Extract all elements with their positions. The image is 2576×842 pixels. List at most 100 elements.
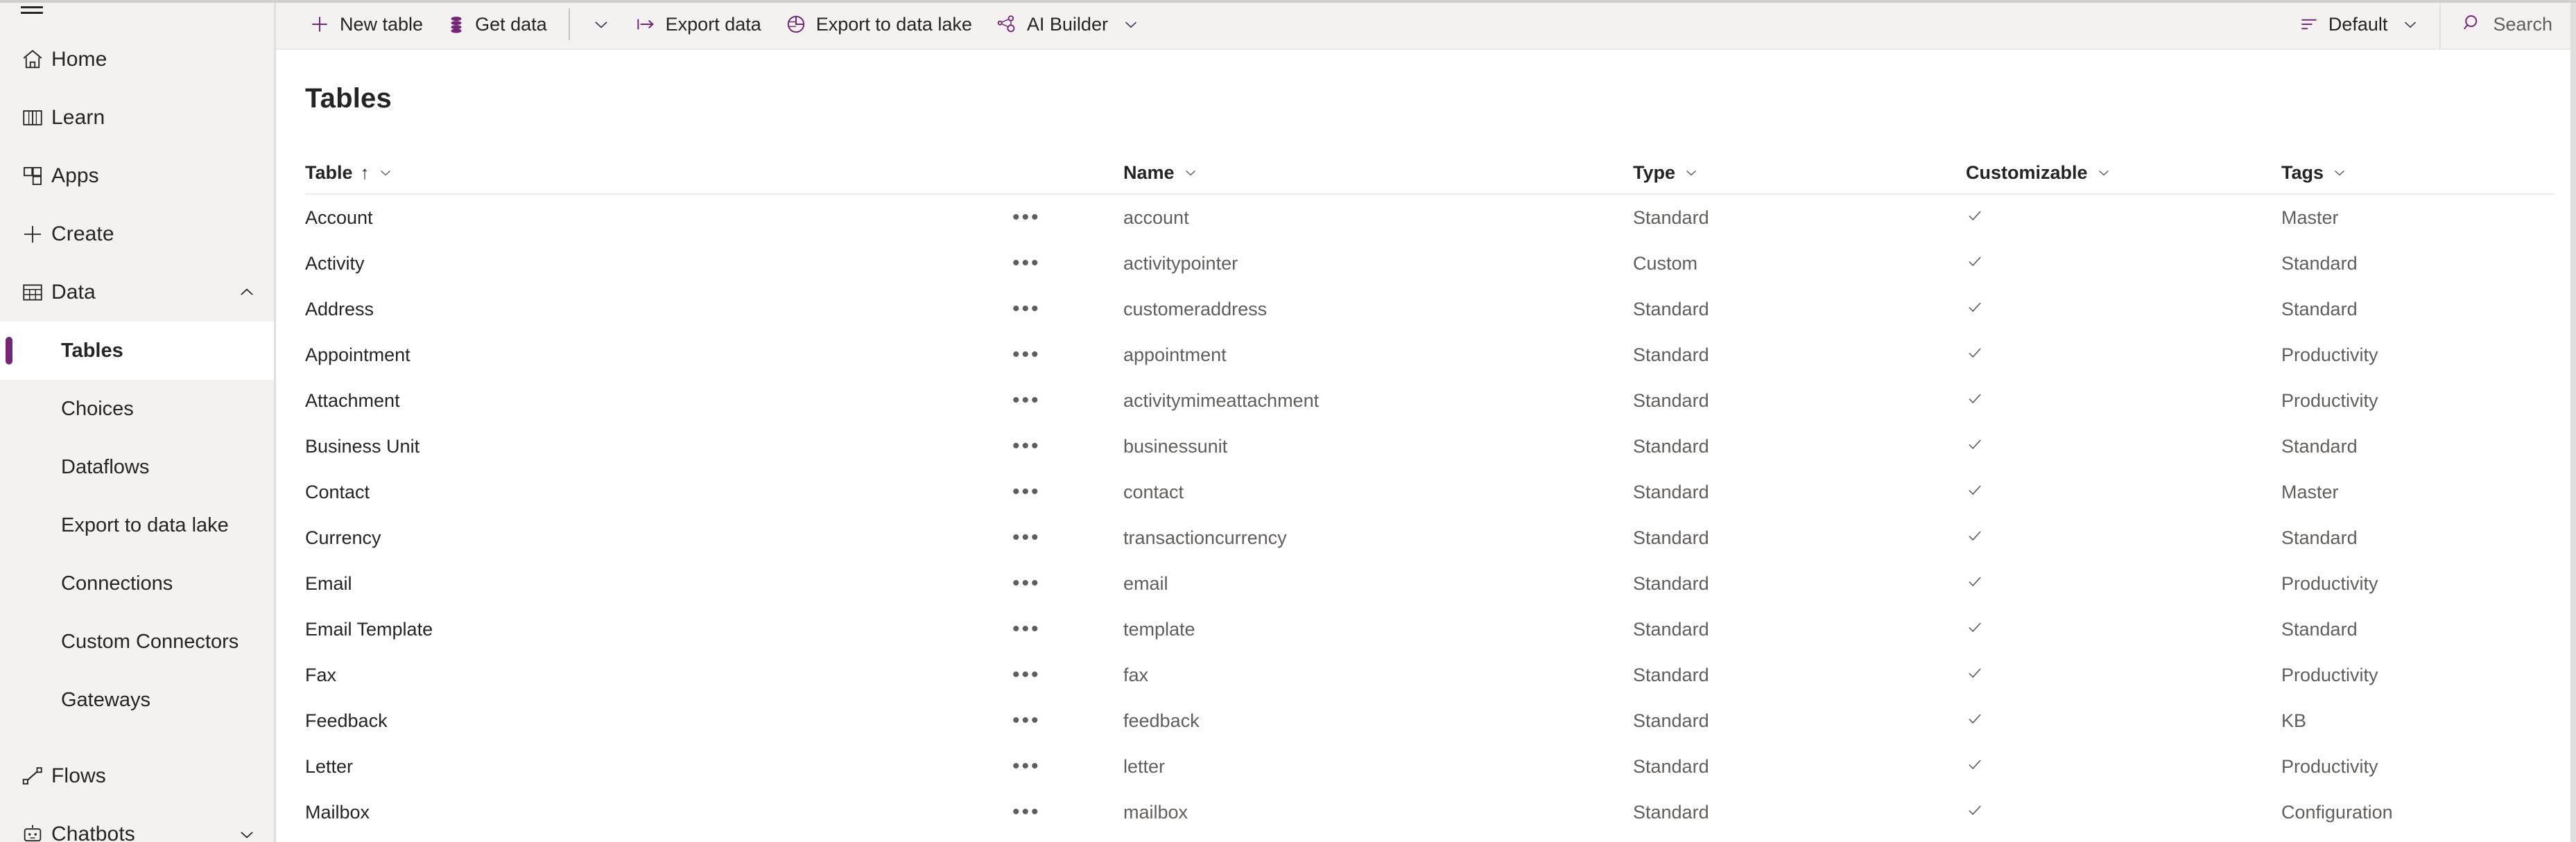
row-overflow-menu[interactable]: •••: [1012, 527, 1123, 548]
cell-table: Account: [305, 207, 373, 228]
sidebar-item-connections[interactable]: Connections: [0, 554, 274, 613]
table-row[interactable]: Appointment ••• appointment Standard Product…: [305, 332, 2555, 378]
sidebar-item-apps[interactable]: Apps: [0, 147, 274, 205]
sidebar-item-label: Apps: [51, 164, 99, 187]
cell-table: Attachment: [305, 389, 400, 411]
chevron-down-icon[interactable]: [236, 824, 257, 842]
sidebar-item-home[interactable]: Home: [0, 30, 274, 89]
search-input[interactable]: Search: [2439, 0, 2576, 49]
sidebar-item-gateways[interactable]: Gateways: [0, 671, 274, 729]
sidebar-item-custom-connectors[interactable]: Custom Connectors: [0, 613, 274, 671]
table-row[interactable]: Mailbox ••• mailbox Standard Configuration: [305, 789, 2555, 835]
row-overflow-menu[interactable]: •••: [1012, 756, 1123, 777]
ai-nodes-icon: [996, 13, 1018, 35]
data-lake-pie-icon: [785, 13, 807, 35]
chevron-down-icon: [1121, 15, 1141, 34]
new-table-button[interactable]: New table: [297, 0, 435, 49]
cell-customizable: [1966, 755, 2281, 778]
column-header-tags[interactable]: Tags: [2281, 162, 2555, 184]
chevron-down-icon[interactable]: [377, 164, 394, 181]
sidebar-item-dataflows[interactable]: Dataflows: [0, 438, 274, 496]
row-overflow-menu[interactable]: •••: [1012, 482, 1123, 502]
ellipsis-icon: •••: [1012, 617, 1041, 640]
cell-tags: Productivity: [2281, 664, 2378, 685]
sidebar-item-create[interactable]: Create: [0, 205, 274, 263]
cell-tags: Standard: [2281, 252, 2358, 274]
row-overflow-menu[interactable]: •••: [1012, 253, 1123, 274]
ellipsis-icon: •••: [1012, 480, 1041, 503]
column-header-table[interactable]: Table ↑: [305, 162, 1012, 184]
chevron-up-icon[interactable]: [236, 282, 257, 303]
column-header-customizable[interactable]: Customizable: [1966, 162, 2281, 184]
cell-tags: KB: [2281, 710, 2307, 731]
view-selector-button[interactable]: Default: [2287, 0, 2440, 49]
check-mark-icon: [1966, 207, 1984, 225]
sidebar-item-choices[interactable]: Choices: [0, 380, 274, 438]
plus-icon: [309, 13, 331, 35]
chevron-down-icon[interactable]: [1683, 164, 1700, 181]
cell-customizable: [1966, 252, 2281, 275]
export-to-data-lake-button[interactable]: Export to data lake: [773, 0, 984, 49]
table-row[interactable]: Email Template ••• template Standard Standar…: [305, 606, 2555, 652]
table-row[interactable]: Email ••• email Standard Productivity: [305, 561, 2555, 606]
row-overflow-menu[interactable]: •••: [1012, 390, 1123, 411]
ellipsis-icon: •••: [1012, 800, 1041, 823]
cell-tags: Master: [2281, 481, 2339, 502]
export-data-button[interactable]: Export data: [623, 0, 773, 49]
table-row[interactable]: Attachment ••• activitymimeattachment Stand…: [305, 378, 2555, 423]
get-data-button[interactable]: Get data: [435, 0, 559, 49]
chevron-down-icon[interactable]: [1182, 164, 1199, 181]
sidebar-item-label: Create: [51, 222, 114, 245]
cell-table: Business Unit: [305, 435, 420, 457]
row-overflow-menu[interactable]: •••: [1012, 344, 1123, 365]
table-row[interactable]: Contact ••• contact Standard Master: [305, 469, 2555, 515]
ellipsis-icon: •••: [1012, 252, 1041, 274]
cell-table: Mailbox: [305, 801, 370, 823]
column-header-label: Tags: [2281, 161, 2324, 183]
cell-table: Letter: [305, 755, 354, 777]
sidebar-item-label: Flows: [51, 764, 106, 787]
sidebar-item-flows[interactable]: Flows: [0, 747, 274, 805]
table-row[interactable]: Account ••• account Standard Master: [305, 195, 2555, 240]
cell-name: activitypointer: [1123, 252, 1238, 274]
ai-builder-button[interactable]: AI Builder: [984, 0, 1152, 49]
table-row[interactable]: Letter ••• letter Standard Productivity: [305, 744, 2555, 789]
check-mark-icon: [1966, 344, 1984, 362]
check-mark-icon: [1966, 664, 1984, 682]
row-overflow-menu[interactable]: •••: [1012, 802, 1123, 823]
row-overflow-menu[interactable]: •••: [1012, 619, 1123, 640]
plus-icon: [21, 222, 51, 246]
cell-type: Standard: [1633, 298, 1709, 319]
sidebar-item-chatbots[interactable]: Chatbots: [0, 805, 274, 842]
chevron-down-icon[interactable]: [2331, 164, 2348, 181]
table-row[interactable]: Address ••• customeraddress Standard Standar…: [305, 286, 2555, 332]
cell-name: appointment: [1123, 344, 1227, 365]
cell-tags: Standard: [2281, 618, 2358, 640]
check-mark-icon: [1966, 527, 1984, 545]
table-row[interactable]: Fax ••• fax Standard Productivity: [305, 652, 2555, 698]
row-overflow-menu[interactable]: •••: [1012, 710, 1123, 731]
get-data-more-button[interactable]: [580, 0, 623, 49]
sidebar-item-tables[interactable]: Tables: [0, 322, 274, 380]
cell-type: Standard: [1633, 618, 1709, 640]
sidebar-item-data[interactable]: Data: [0, 263, 274, 322]
sidebar-item-export-to-data-lake[interactable]: Export to data lake: [0, 496, 274, 554]
row-overflow-menu[interactable]: •••: [1012, 207, 1123, 228]
chevron-down-icon[interactable]: [2095, 164, 2112, 181]
table-row[interactable]: Currency ••• transactioncurrency Standard St…: [305, 515, 2555, 561]
cell-tags: Standard: [2281, 298, 2358, 319]
row-overflow-menu[interactable]: •••: [1012, 436, 1123, 457]
row-overflow-menu[interactable]: •••: [1012, 665, 1123, 685]
column-header-type[interactable]: Type: [1633, 162, 1966, 184]
table-row[interactable]: Activity ••• activitypointer Custom Standard: [305, 240, 2555, 286]
row-overflow-menu[interactable]: •••: [1012, 299, 1123, 319]
column-header-name[interactable]: Name: [1123, 162, 1633, 184]
table-row[interactable]: Business Unit ••• businessunit Standard Stan…: [305, 423, 2555, 469]
cell-customizable: [1966, 481, 2281, 504]
row-overflow-menu[interactable]: •••: [1012, 573, 1123, 594]
cell-tags: Productivity: [2281, 389, 2378, 411]
view-selector-label: Default: [2328, 13, 2388, 35]
sidebar-item-label: Learn: [51, 106, 105, 129]
sidebar-item-learn[interactable]: Learn: [0, 89, 274, 147]
table-row[interactable]: Feedback ••• feedback Standard KB: [305, 698, 2555, 744]
